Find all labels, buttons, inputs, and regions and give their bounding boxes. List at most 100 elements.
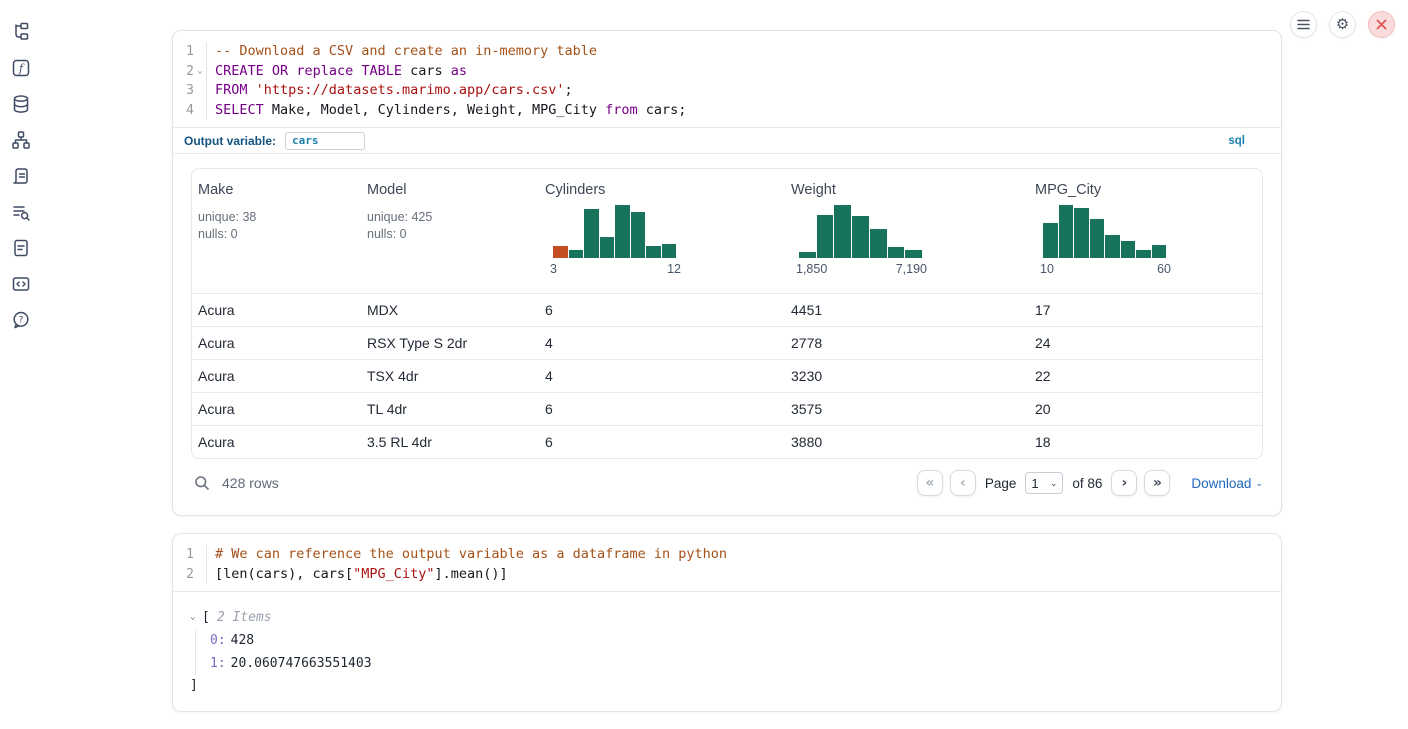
previous-page-button[interactable]: ‹ bbox=[950, 470, 976, 496]
table-cell: 22 bbox=[1029, 368, 1262, 384]
histogram-bar bbox=[553, 246, 568, 258]
table-row: AcuraTSX 4dr4323022 bbox=[192, 359, 1262, 392]
histogram: 312 bbox=[553, 205, 676, 276]
histogram-bar bbox=[1136, 250, 1151, 258]
output-variable-input[interactable] bbox=[285, 132, 365, 150]
table-header: Makeunique: 38nulls: 0Modelunique: 425nu… bbox=[192, 169, 1262, 293]
axis-max-label: 60 bbox=[1157, 262, 1171, 276]
next-page-button[interactable]: › bbox=[1111, 470, 1137, 496]
table-row: Acura3.5 RL 4dr6388018 bbox=[192, 425, 1262, 458]
table-cell: 3230 bbox=[785, 368, 1029, 384]
code-token: from bbox=[605, 102, 638, 118]
table-cell: 6 bbox=[539, 401, 785, 417]
first-page-button[interactable]: « bbox=[917, 470, 943, 496]
logs-icon[interactable] bbox=[11, 202, 31, 222]
table-cell: 4451 bbox=[785, 302, 1029, 318]
column-header-weight[interactable]: Weight1,8507,190 bbox=[785, 169, 1029, 293]
tree-entries: 0:4281:20.060747663551403 bbox=[195, 630, 1281, 675]
notebook-actions: ⚙ bbox=[1290, 11, 1395, 38]
table-cell: 6 bbox=[539, 302, 785, 318]
histogram-bar bbox=[1059, 205, 1074, 258]
last-page-button[interactable]: » bbox=[1144, 470, 1170, 496]
tree-entry: 0:428 bbox=[210, 630, 1281, 653]
fold-spacer bbox=[194, 81, 206, 101]
menu-button[interactable] bbox=[1290, 11, 1317, 38]
code-token bbox=[248, 82, 256, 98]
code-token: "MPG_City" bbox=[353, 566, 434, 582]
collapse-chevron-icon[interactable]: ⌄ bbox=[190, 607, 202, 628]
language-badge: sql bbox=[1228, 135, 1245, 147]
histogram-axis: 10 60 bbox=[1040, 262, 1171, 276]
histogram-bar bbox=[1121, 241, 1136, 258]
histogram-bars bbox=[1043, 205, 1166, 258]
pagination: « ‹ Page 1 ⌄ of 86 › » Download ⌄ bbox=[917, 470, 1263, 496]
sql-cell: 1-- Download a CSV and create an in-memo… bbox=[172, 30, 1282, 516]
svg-text:?: ? bbox=[19, 316, 24, 326]
axis-min-label: 10 bbox=[1040, 262, 1054, 276]
table-cell: 3575 bbox=[785, 401, 1029, 417]
help-icon[interactable]: ? bbox=[11, 310, 31, 330]
table-cell: Acura bbox=[192, 434, 361, 450]
histogram-bar bbox=[615, 205, 630, 258]
snippets-icon[interactable] bbox=[11, 274, 31, 294]
scratchpad-icon[interactable] bbox=[11, 166, 31, 186]
code-token: 'https://datasets.marimo.app/cars.csv' bbox=[256, 82, 565, 98]
unique-count: unique: 425 bbox=[367, 209, 539, 226]
code-token: [len(cars), cars[ bbox=[215, 566, 353, 582]
page-select-value: 1 bbox=[1031, 476, 1038, 491]
code-token: SELECT bbox=[215, 102, 264, 118]
page-select[interactable]: 1 ⌄ bbox=[1025, 472, 1063, 494]
settings-button[interactable]: ⚙ bbox=[1329, 11, 1356, 38]
dependency-graph-icon[interactable] bbox=[11, 130, 31, 150]
chevrons-left-icon: « bbox=[925, 475, 934, 491]
data-table: Makeunique: 38nulls: 0Modelunique: 425nu… bbox=[191, 168, 1263, 459]
code-editor[interactable]: 1-- Download a CSV and create an in-memo… bbox=[173, 31, 1281, 127]
axis-max-label: 7,190 bbox=[896, 262, 927, 276]
shutdown-button[interactable] bbox=[1368, 11, 1395, 38]
code-token: ].mean()] bbox=[434, 566, 507, 582]
chevron-right-icon: › bbox=[1122, 475, 1128, 491]
code-text: CREATE OR replace TABLE cars as bbox=[206, 62, 467, 82]
histogram-bar bbox=[834, 205, 851, 258]
tree-entry-key: 1: bbox=[210, 656, 226, 671]
items-count-label: 2 Items bbox=[217, 607, 272, 628]
column-header-make[interactable]: Makeunique: 38nulls: 0 bbox=[192, 169, 361, 293]
line-number: 2 bbox=[173, 62, 194, 82]
histogram-bar bbox=[905, 250, 922, 258]
histogram-bar bbox=[870, 229, 887, 258]
code-token: as bbox=[451, 63, 467, 79]
column-header-mpg_city[interactable]: MPG_City1060 bbox=[1029, 169, 1262, 293]
fold-chevron-icon[interactable]: ⌄ bbox=[194, 62, 206, 82]
histogram-bar bbox=[646, 246, 661, 259]
histogram-bar bbox=[817, 215, 834, 258]
function-icon[interactable]: f bbox=[11, 58, 31, 78]
code-line: 1-- Download a CSV and create an in-memo… bbox=[173, 42, 1281, 62]
code-token: cars bbox=[402, 63, 451, 79]
code-token: TABLE bbox=[361, 63, 402, 79]
open-bracket: [ bbox=[202, 607, 210, 628]
axis-min-label: 1,850 bbox=[796, 262, 827, 276]
code-line: 2⌄CREATE OR replace TABLE cars as bbox=[173, 62, 1281, 82]
line-number: 1 bbox=[173, 42, 194, 62]
left-sidebar: f ? bbox=[0, 0, 42, 729]
search-button[interactable] bbox=[191, 472, 213, 494]
database-icon[interactable] bbox=[11, 94, 31, 114]
download-button[interactable]: Download ⌄ bbox=[1191, 476, 1263, 491]
null-count: nulls: 0 bbox=[198, 226, 361, 243]
column-header-model[interactable]: Modelunique: 425nulls: 0 bbox=[361, 169, 539, 293]
table-cell: 24 bbox=[1029, 335, 1262, 351]
file-tree-icon[interactable] bbox=[11, 22, 31, 42]
page-total-label: of 86 bbox=[1072, 476, 1102, 491]
code-text: [len(cars), cars["MPG_City"].mean()] bbox=[206, 565, 508, 585]
tree-entry-value: 428 bbox=[231, 633, 254, 648]
axis-max-label: 12 bbox=[667, 262, 681, 276]
column-header-cylinders[interactable]: Cylinders312 bbox=[539, 169, 785, 293]
histogram-bars bbox=[799, 205, 922, 258]
documentation-icon[interactable] bbox=[11, 238, 31, 258]
list-output-tree: ⌄ [ 2 Items 0:4281:20.060747663551403 ] bbox=[173, 592, 1281, 696]
code-editor[interactable]: 1# We can reference the output variable … bbox=[173, 534, 1281, 592]
row-count: 428 rows bbox=[222, 475, 279, 491]
code-token: FROM bbox=[215, 82, 248, 98]
output-variable-label: Output variable: bbox=[184, 134, 276, 148]
column-label: Make bbox=[198, 182, 361, 198]
